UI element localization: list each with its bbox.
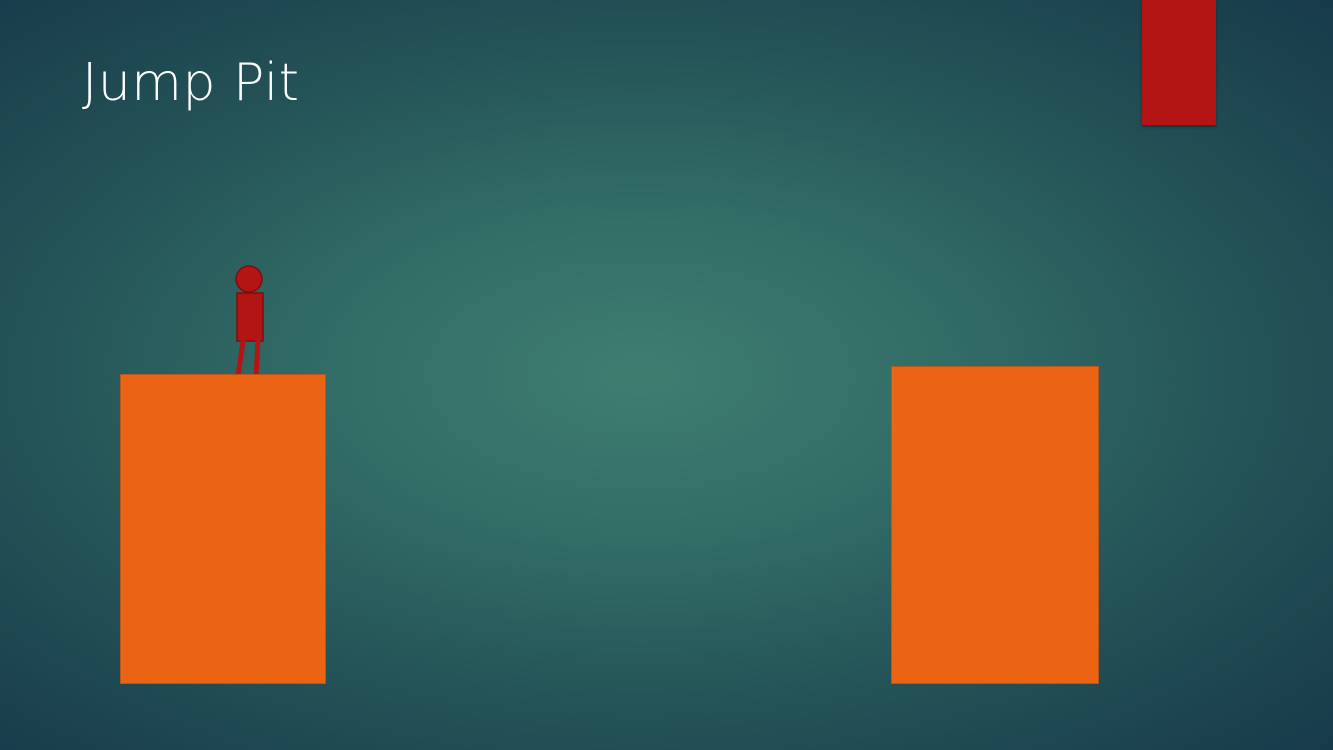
- character-left-leg: [235, 338, 246, 379]
- character-right-leg: [253, 338, 261, 379]
- left-platform: [120, 374, 326, 684]
- top-right-accent-bar: [1142, 0, 1216, 125]
- right-platform: [891, 366, 1099, 684]
- character-body: [236, 292, 264, 342]
- game-slide: Jump Pit: [0, 0, 1333, 750]
- slide-title: Jump Pit: [82, 53, 300, 113]
- character-head: [235, 265, 263, 293]
- stick-figure-character: [235, 265, 264, 379]
